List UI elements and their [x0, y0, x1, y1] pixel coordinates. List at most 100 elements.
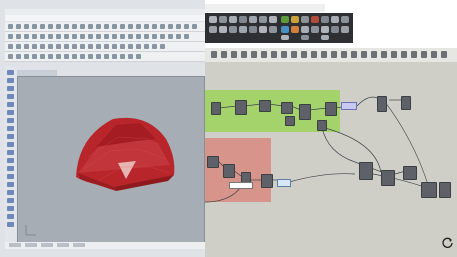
tool-icon[interactable]	[7, 190, 14, 195]
component-icon[interactable]	[291, 16, 299, 23]
canvas-tool-icon[interactable]	[281, 51, 287, 58]
gh-component[interactable]	[359, 162, 373, 180]
toolbar-icon[interactable]	[16, 24, 21, 29]
component-icon[interactable]	[209, 26, 217, 33]
osnap-toggle[interactable]	[73, 243, 85, 247]
preview-component[interactable]	[277, 179, 291, 187]
component-icon[interactable]	[281, 16, 289, 23]
toolbar-icon[interactable]	[64, 44, 69, 49]
toolbar-icon[interactable]	[120, 24, 125, 29]
toolbar-icon[interactable]	[24, 44, 29, 49]
number-slider[interactable]	[341, 102, 357, 110]
toolbar-icon[interactable]	[128, 44, 133, 49]
component-icon[interactable]	[259, 16, 267, 23]
tool-icon[interactable]	[7, 118, 14, 123]
toolbar-icon[interactable]	[88, 34, 93, 39]
tool-icon[interactable]	[7, 182, 14, 187]
toolbar-icon[interactable]	[160, 44, 165, 49]
canvas-tool-icon[interactable]	[211, 51, 217, 58]
toolbar-icon[interactable]	[24, 24, 29, 29]
toolbar-icon[interactable]	[48, 34, 53, 39]
toolbar-icon[interactable]	[40, 24, 45, 29]
gh-component[interactable]	[439, 182, 451, 198]
toolbar-icon[interactable]	[48, 24, 53, 29]
toolbar-icon[interactable]	[160, 24, 165, 29]
toolbar-icon[interactable]	[104, 24, 109, 29]
toolbar-icon[interactable]	[168, 24, 173, 29]
toolbar-icon[interactable]	[104, 54, 109, 59]
component-icon[interactable]	[321, 16, 329, 23]
toolbar-icon[interactable]	[128, 24, 133, 29]
toolbar-icon[interactable]	[104, 34, 109, 39]
component-icon[interactable]	[229, 26, 237, 33]
toolbar-icon[interactable]	[192, 24, 197, 29]
toolbar-icon[interactable]	[152, 44, 157, 49]
toolbar-icon[interactable]	[144, 24, 149, 29]
osnap-toggle[interactable]	[57, 243, 69, 247]
toolbar-icon[interactable]	[112, 54, 117, 59]
toolbar-icon[interactable]	[136, 54, 141, 59]
canvas-tool-icon[interactable]	[441, 51, 447, 58]
tool-icon[interactable]	[7, 78, 14, 83]
canvas-tool-icon[interactable]	[411, 51, 417, 58]
component-icon[interactable]	[269, 16, 277, 23]
component-icon[interactable]	[229, 16, 237, 23]
toolbar-icon[interactable]	[96, 34, 101, 39]
toolbar-icon[interactable]	[64, 54, 69, 59]
toolbar-icon[interactable]	[144, 34, 149, 39]
component-icon[interactable]	[341, 26, 349, 33]
tool-icon[interactable]	[7, 134, 14, 139]
canvas-tool-icon[interactable]	[261, 51, 267, 58]
toolbar-icon[interactable]	[184, 24, 189, 29]
canvas-tool-icon[interactable]	[381, 51, 387, 58]
component-icon[interactable]	[281, 35, 289, 40]
toolbar-icon[interactable]	[8, 34, 13, 39]
canvas-tool-icon[interactable]	[251, 51, 257, 58]
toolbar-icon[interactable]	[80, 54, 85, 59]
component-icon[interactable]	[311, 26, 319, 33]
component-icon[interactable]	[281, 26, 289, 33]
tool-icon[interactable]	[7, 126, 14, 131]
toolbar-icon[interactable]	[80, 34, 85, 39]
tool-icon[interactable]	[7, 174, 14, 179]
gh-component[interactable]	[211, 102, 221, 115]
tool-icon[interactable]	[7, 158, 14, 163]
component-icon[interactable]	[219, 16, 227, 23]
gh-component[interactable]	[223, 164, 235, 178]
gh-component[interactable]	[325, 102, 337, 116]
toolbar-icon[interactable]	[120, 34, 125, 39]
toolbar-icon[interactable]	[64, 34, 69, 39]
component-icon[interactable]	[331, 16, 339, 23]
toolbar-icon[interactable]	[128, 54, 133, 59]
tool-icon[interactable]	[7, 142, 14, 147]
toolbar-icon[interactable]	[32, 44, 37, 49]
canvas-tool-icon[interactable]	[301, 51, 307, 58]
gh-component[interactable]	[261, 174, 273, 188]
toolbar-icon[interactable]	[128, 34, 133, 39]
toolbar-icon[interactable]	[176, 34, 181, 39]
toolbar-icon[interactable]	[184, 34, 189, 39]
tool-icon[interactable]	[7, 222, 14, 227]
tool-icon[interactable]	[7, 94, 14, 99]
toolbar-icon[interactable]	[24, 54, 29, 59]
toolbar-icon[interactable]	[48, 54, 53, 59]
reload-icon[interactable]	[441, 236, 454, 249]
gh-component[interactable]	[381, 170, 395, 186]
toolbar-icon[interactable]	[168, 34, 173, 39]
component-icon[interactable]	[219, 26, 227, 33]
component-icon[interactable]	[249, 16, 257, 23]
grasshopper-canvas[interactable]	[205, 62, 457, 257]
canvas-tool-icon[interactable]	[311, 51, 317, 58]
gh-component[interactable]	[377, 96, 387, 112]
component-icon[interactable]	[269, 26, 277, 33]
toolbar-icon[interactable]	[56, 24, 61, 29]
gh-component[interactable]	[403, 166, 417, 180]
toolbar-icon[interactable]	[96, 24, 101, 29]
canvas-tool-icon[interactable]	[431, 51, 437, 58]
toolbar-icon[interactable]	[56, 54, 61, 59]
toolbar-icon[interactable]	[112, 24, 117, 29]
canvas-tool-icon[interactable]	[321, 51, 327, 58]
component-icon[interactable]	[239, 26, 247, 33]
gh-component[interactable]	[317, 120, 327, 131]
gh-component[interactable]	[235, 100, 247, 115]
